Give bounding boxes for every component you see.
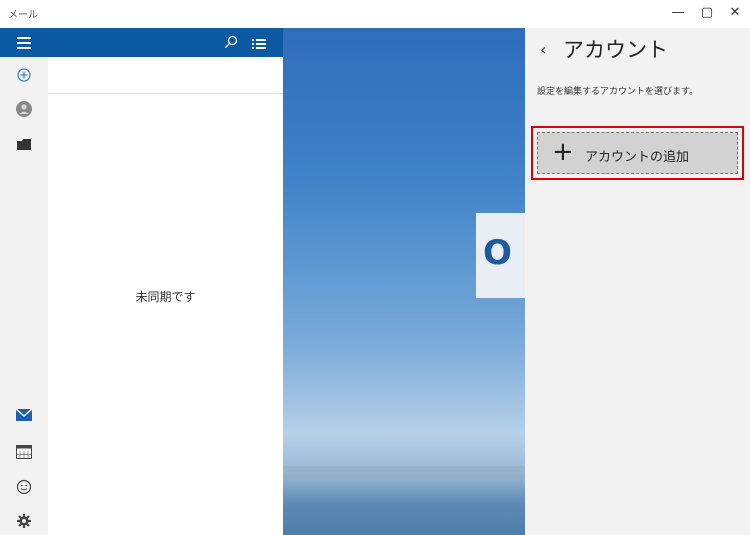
- outlook-logo: O: [483, 233, 512, 273]
- accounts-panel: ‹ アカウント 設定を編集するアカウントを選びます。 + アカウントの追加: [525, 28, 750, 535]
- folders-button[interactable]: [12, 132, 36, 156]
- app-title: メール: [8, 10, 38, 21]
- feedback-icon: [16, 479, 32, 495]
- plus-icon: +: [552, 137, 574, 167]
- hamburger-icon: [17, 37, 31, 49]
- back-button[interactable]: ‹: [540, 40, 546, 59]
- accounts-button[interactable]: [12, 97, 36, 121]
- settings-button[interactable]: [12, 509, 36, 533]
- add-account-label: アカウントの追加: [585, 150, 690, 165]
- message-list-pane: 未同期です: [48, 28, 283, 535]
- search-icon: [224, 35, 238, 49]
- minimize-button[interactable]: —: [667, 2, 689, 24]
- empty-list-message: 未同期です: [135, 290, 196, 304]
- outlook-logo-tile: O: [476, 213, 525, 298]
- filter-icon: [252, 39, 266, 49]
- search-button[interactable]: [224, 34, 238, 53]
- calendar-icon: [16, 445, 32, 459]
- mail-switch-button[interactable]: [12, 403, 36, 427]
- account-icon: [16, 101, 32, 117]
- folder-icon: [17, 138, 31, 150]
- mail-icon: [16, 409, 32, 421]
- rail-header: [0, 28, 48, 57]
- list-header: [48, 28, 283, 57]
- reading-pane-background: O: [283, 28, 525, 535]
- nav-rail: [0, 28, 48, 535]
- compose-button[interactable]: [12, 63, 36, 87]
- filter-button[interactable]: [252, 35, 266, 54]
- close-button[interactable]: ✕: [724, 2, 746, 24]
- horizon: [283, 466, 525, 478]
- maximize-button[interactable]: ▢: [696, 2, 718, 24]
- hamburger-menu-button[interactable]: [12, 31, 36, 55]
- highlight-box: + アカウントの追加: [531, 126, 744, 180]
- panel-description: 設定を編集するアカウントを選びます。: [537, 87, 699, 97]
- compose-icon: [17, 68, 31, 82]
- settings-icon: [17, 514, 31, 528]
- list-search-area[interactable]: [48, 57, 283, 94]
- feedback-button[interactable]: [12, 475, 36, 499]
- add-account-button[interactable]: + アカウントの追加: [537, 132, 738, 174]
- title-bar: メール — ▢ ✕: [0, 0, 750, 28]
- calendar-switch-button[interactable]: [12, 440, 36, 464]
- panel-title: アカウント: [563, 38, 668, 62]
